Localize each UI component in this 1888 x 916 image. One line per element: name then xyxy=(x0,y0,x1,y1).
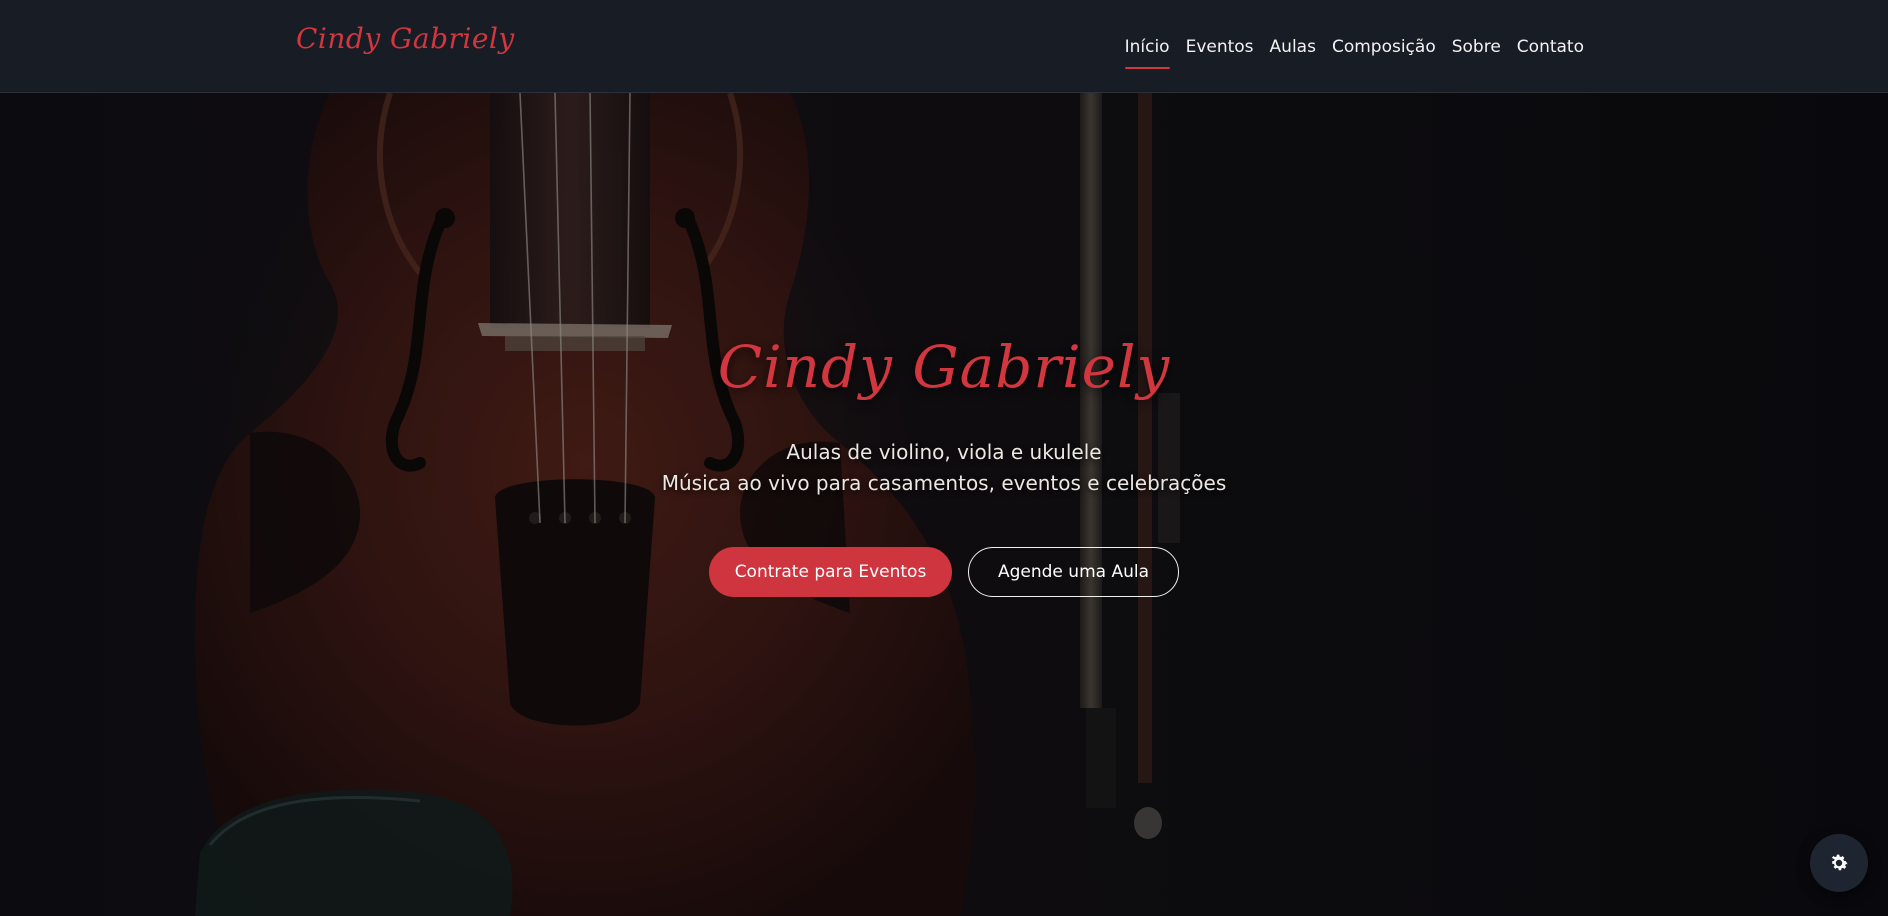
nav-link-sobre[interactable]: Sobre xyxy=(1452,37,1501,57)
settings-button[interactable] xyxy=(1810,834,1868,892)
hero-subtitle-events: Música ao vivo para casamentos, eventos … xyxy=(661,471,1227,495)
nav-link-composicao[interactable]: Composição xyxy=(1332,37,1436,57)
book-lesson-button[interactable]: Agende uma Aula xyxy=(968,547,1179,597)
hero-cta-group: Contrate para Eventos Agende uma Aula xyxy=(0,547,1888,597)
hero-content: Cindy Gabriely Aulas de violino, viola e… xyxy=(0,93,1888,916)
gear-icon xyxy=(1831,854,1848,871)
hire-for-events-button[interactable]: Contrate para Eventos xyxy=(709,547,952,597)
nav-link-contato[interactable]: Contato xyxy=(1517,37,1584,57)
main-nav: Início Eventos Aulas Composição Sobre Co… xyxy=(1124,0,1584,93)
nav-link-eventos[interactable]: Eventos xyxy=(1186,37,1254,57)
page: Cindy Gabriely Início Eventos Aulas Comp… xyxy=(0,0,1888,916)
hero-title: Cindy Gabriely xyxy=(717,333,1171,401)
brand-logo[interactable]: Cindy Gabriely xyxy=(296,22,515,55)
nav-link-inicio[interactable]: Início xyxy=(1124,37,1170,69)
hero-subtitle-lessons: Aulas de violino, viola e ukulele xyxy=(786,440,1102,464)
navbar: Cindy Gabriely Início Eventos Aulas Comp… xyxy=(0,0,1888,93)
nav-link-aulas[interactable]: Aulas xyxy=(1270,37,1316,57)
hero-section: Cindy Gabriely Aulas de violino, viola e… xyxy=(0,93,1888,916)
